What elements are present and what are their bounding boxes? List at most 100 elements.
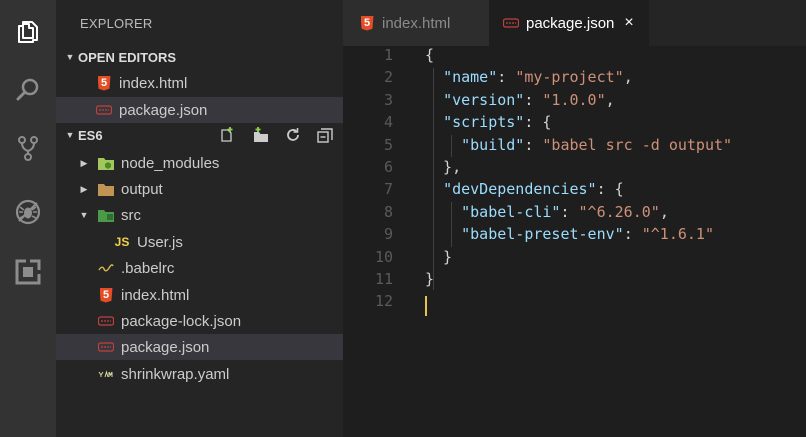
line-number: 11	[374, 270, 393, 288]
tree-item-label: src	[121, 206, 141, 224]
tree-item-user-js[interactable]: JS User.js	[56, 229, 343, 255]
tree-item-index-html[interactable]: 5 index.html	[56, 282, 343, 308]
json-string: "^1.6.1"	[641, 225, 714, 244]
json-punctuation: : {	[596, 180, 624, 199]
json-punctuation: :	[497, 68, 516, 87]
explorer-sidebar: EXPLORER ▼ OPEN EDITORS 5 index.html pac…	[56, 0, 343, 437]
code-line: "babel-preset-env": "^1.6.1"	[425, 225, 714, 243]
open-editor-label: index.html	[119, 74, 188, 92]
json-string: "1.0.0"	[542, 90, 606, 109]
tree-item-shrinkwrap[interactable]: shrinkwrap.yaml	[56, 361, 343, 387]
tree-item-package-json[interactable]: package.json	[56, 334, 343, 360]
open-editors-header[interactable]: ▼ OPEN EDITORS	[56, 45, 343, 69]
folder-icon	[98, 181, 114, 197]
json-punctuation: :	[560, 202, 579, 221]
babel-icon	[98, 260, 114, 276]
code-line: "babel-cli": "^6.26.0",	[425, 203, 669, 221]
json-punctuation	[425, 113, 443, 131]
tree-item-label: package-lock.json	[121, 312, 242, 330]
json-punctuation: :	[524, 90, 543, 109]
js-icon: JS	[114, 235, 130, 249]
html5-icon: 5	[96, 75, 112, 91]
code-line: }	[425, 270, 434, 288]
json-punctuation: }	[425, 247, 453, 266]
json-punctuation: },	[425, 158, 462, 176]
code-line: "build": "babel src -d output"	[425, 136, 732, 154]
extensions-icon[interactable]	[0, 248, 56, 296]
code-line: {	[425, 46, 434, 64]
json-key: "babel-cli"	[461, 202, 561, 221]
code-line: "devDependencies": {	[425, 180, 624, 198]
tree-item-output[interactable]: ▶ output	[56, 176, 343, 202]
refresh-icon[interactable]	[284, 126, 302, 144]
code-editor[interactable]: 1 {2 "name": "my-project", 3 "version": "1…	[343, 46, 806, 437]
line-number: 5	[383, 135, 393, 154]
json-icon	[96, 102, 112, 118]
code-line: },	[425, 158, 461, 176]
line-number: 9	[383, 225, 393, 244]
new-file-icon[interactable]	[218, 126, 236, 144]
json-string: "^6.26.0"	[578, 202, 660, 221]
tab-label: package.json	[526, 14, 615, 32]
tree-item-src[interactable]: ▼ src	[56, 202, 343, 228]
tree-item-label: index.html	[121, 286, 190, 304]
tree-item-label: package.json	[121, 338, 210, 356]
json-icon	[98, 339, 114, 355]
yaml-icon	[98, 366, 114, 382]
code-line: }	[425, 248, 452, 266]
collapse-all-icon[interactable]	[316, 126, 334, 144]
json-punctuation: : {	[524, 113, 552, 132]
tree-item-label: output	[121, 180, 163, 198]
caret-down-icon: ▼	[65, 130, 75, 140]
folder-node-icon	[98, 155, 114, 171]
code-line: "version": "1.0.0",	[425, 91, 615, 109]
line-number: 3	[383, 90, 393, 109]
json-punctuation: ,	[605, 90, 615, 109]
tree-item-package-lock[interactable]: package-lock.json	[56, 308, 343, 334]
html5-icon: 5	[359, 15, 375, 31]
code-line: "scripts": {	[425, 113, 551, 131]
json-key: "devDependencies"	[443, 180, 597, 199]
tree-item-label: User.js	[137, 233, 183, 251]
tree-item-label: node_modules	[121, 154, 220, 172]
close-icon[interactable]: ×	[624, 14, 633, 32]
json-key: "scripts"	[443, 113, 525, 132]
json-punctuation	[425, 203, 461, 221]
source-control-icon[interactable]	[0, 124, 56, 172]
line-number: 12	[374, 292, 393, 311]
new-folder-icon[interactable]	[252, 126, 270, 144]
tab-index-html[interactable]: 5 index.html	[343, 0, 489, 46]
tree-item-babelrc[interactable]: .babelrc	[56, 255, 343, 281]
editor-tab-bar: 5 index.html package.json ×	[343, 0, 806, 46]
debug-icon[interactable]	[0, 188, 56, 236]
html5-icon: 5	[98, 287, 114, 303]
open-editor-item[interactable]: 5 index.html	[56, 70, 343, 96]
json-punctuation: :	[623, 225, 642, 244]
json-punctuation: ,	[623, 68, 633, 87]
json-punctuation: {	[425, 46, 435, 64]
json-punctuation	[425, 91, 443, 109]
open-editor-item[interactable]: package.json	[56, 97, 343, 123]
tab-package-json[interactable]: package.json ×	[489, 0, 649, 46]
caret-down-icon: ▼	[79, 210, 89, 220]
caret-down-icon: ▼	[65, 52, 75, 62]
folder-src-icon	[98, 207, 114, 223]
json-punctuation	[425, 225, 461, 243]
tree-item-node-modules[interactable]: ▶ node_modules	[56, 150, 343, 176]
tab-label: index.html	[382, 14, 451, 32]
search-icon[interactable]	[0, 66, 56, 114]
json-string: "my-project"	[515, 68, 624, 87]
json-icon	[98, 313, 114, 329]
explorer-files-icon[interactable]	[0, 8, 56, 56]
line-number: 4	[383, 113, 393, 132]
json-punctuation: :	[524, 135, 543, 154]
line-number: 8	[383, 202, 393, 221]
line-number: 1	[383, 46, 393, 64]
open-editor-label: package.json	[119, 101, 208, 119]
json-punctuation: }	[425, 270, 435, 288]
project-label: ES6	[78, 127, 103, 143]
line-number: 6	[383, 158, 393, 176]
json-punctuation	[425, 136, 461, 154]
json-key: "version"	[443, 90, 525, 109]
json-string: "babel src -d output"	[542, 135, 733, 154]
